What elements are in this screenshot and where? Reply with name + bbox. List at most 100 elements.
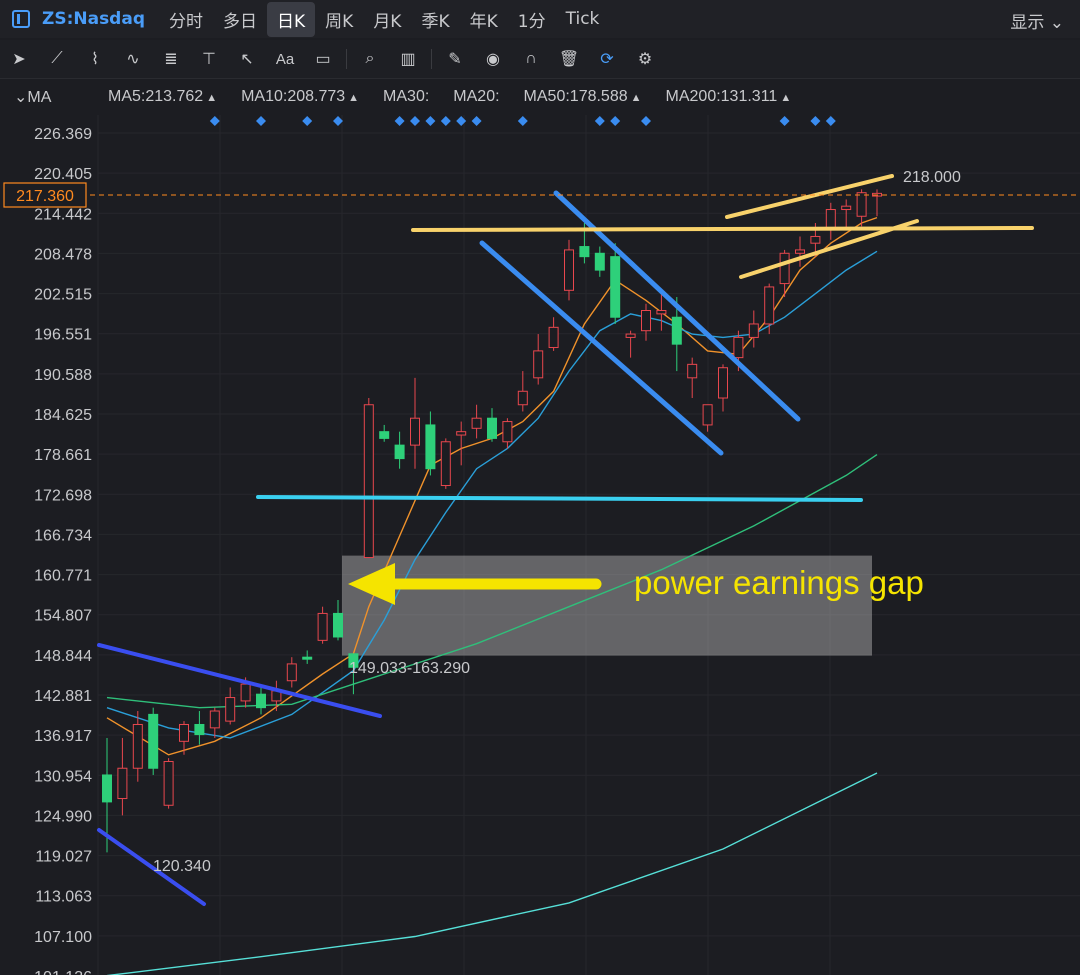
candle: [148, 707, 159, 775]
event-marker-icon: [256, 116, 266, 126]
gap-range-label: 149.033-163.290: [349, 660, 470, 677]
candle-body: [256, 693, 266, 709]
candle-body: [594, 252, 605, 271]
candle-body: [286, 663, 297, 682]
y-tick-label: 107.100: [34, 929, 92, 946]
candle-body: [656, 310, 667, 315]
candle: [718, 364, 728, 412]
candle: [548, 317, 559, 351]
candle: [687, 357, 698, 399]
candle: [333, 599, 343, 641]
event-marker-icon: [471, 116, 482, 126]
candle-body: [317, 612, 328, 641]
y-tick-label: 190.588: [34, 367, 92, 384]
event-marker-icon: [825, 116, 836, 126]
y-tick-label: 220.405: [34, 166, 92, 183]
wedge-upper: [725, 174, 894, 219]
candle-body: [333, 612, 343, 638]
ma200-line: [106, 772, 878, 975]
y-tick-label: 154.807: [34, 608, 92, 625]
candle: [425, 411, 436, 476]
candle-body: [379, 431, 390, 439]
candle: [841, 199, 852, 230]
candle-body: [394, 444, 405, 460]
candle-body: [733, 336, 744, 359]
candle-body: [641, 310, 651, 332]
event-marker-icon: [517, 116, 528, 126]
candle: [872, 189, 882, 217]
resistance-line: [411, 226, 1034, 232]
support-line: [256, 495, 863, 502]
candle-body: [502, 421, 513, 443]
candle-body: [471, 417, 482, 429]
event-marker-icon: [209, 116, 220, 126]
candle: [317, 606, 328, 644]
price-axis: 226.369 220.405 214.442 208.478 202.515 196.5…: [34, 126, 92, 975]
candle: [625, 330, 636, 358]
y-tick-label: 136.917: [34, 728, 92, 745]
candle-body: [548, 326, 559, 349]
gap-note-annotation: power earnings gap: [634, 564, 924, 601]
candle: [394, 431, 405, 469]
candle: [363, 398, 374, 559]
candle: [641, 303, 651, 341]
y-tick-label: 124.990: [34, 808, 92, 825]
candle: [564, 239, 574, 301]
candle: [286, 657, 297, 688]
candle: [302, 650, 313, 664]
candle-body: [610, 256, 621, 318]
candle-body: [779, 252, 790, 285]
candle: [533, 334, 544, 385]
candle: [163, 758, 174, 809]
y-tick-label: 184.625: [34, 407, 92, 424]
y-tick-label: 148.844: [34, 648, 92, 665]
candle: [440, 438, 451, 489]
candle-body: [702, 404, 713, 426]
candle-body: [179, 723, 189, 742]
candle-body: [225, 697, 236, 722]
event-marker-icon: [456, 116, 467, 126]
candle: [379, 424, 390, 442]
candle: [117, 737, 128, 816]
event-marker-icon: [394, 116, 405, 126]
event-marker-icon: [810, 116, 821, 126]
candles: [102, 189, 882, 853]
candle-body: [102, 774, 112, 803]
y-tick-label: 113.063: [35, 889, 92, 906]
candlestick-chart[interactable]: 226.369 220.405 214.442 208.478 202.515 196.5…: [0, 0, 1080, 975]
candle-body: [194, 723, 205, 736]
candle-body: [132, 723, 143, 769]
candle-body: [456, 431, 467, 436]
y-tick-label: 172.698: [34, 487, 92, 504]
y-tick-label: 214.442: [34, 206, 92, 223]
event-marker-icon: [440, 116, 451, 126]
candle: [825, 202, 836, 240]
candle-body: [579, 246, 590, 258]
candle-body: [533, 350, 544, 379]
candle-body: [764, 286, 775, 325]
current-price-label: 217.360: [16, 188, 74, 205]
candle-body: [856, 192, 867, 217]
candle: [410, 377, 420, 469]
candle: [487, 408, 497, 442]
y-tick-label: 178.661: [34, 447, 92, 464]
y-tick-label: 196.551: [34, 327, 92, 344]
candle-body: [440, 441, 451, 487]
y-tick-label: 130.954: [34, 768, 92, 785]
candle-body: [487, 417, 497, 439]
candle: [471, 404, 482, 439]
y-tick-label: 226.369: [34, 126, 92, 143]
low-price-label: 120.340: [153, 858, 211, 875]
y-tick-label: 202.515: [34, 287, 92, 304]
candle-body: [209, 710, 220, 729]
event-marker-icon: [425, 116, 436, 126]
candle: [502, 418, 513, 449]
event-marker-icon: [302, 116, 313, 126]
trendline-down: [97, 643, 382, 718]
candle-body: [410, 417, 420, 446]
y-tick-label: 119.027: [35, 849, 92, 866]
candle: [702, 404, 713, 432]
candle: [209, 707, 220, 738]
current-price-marker: 217.360: [3, 182, 87, 208]
candle-body: [163, 761, 174, 806]
